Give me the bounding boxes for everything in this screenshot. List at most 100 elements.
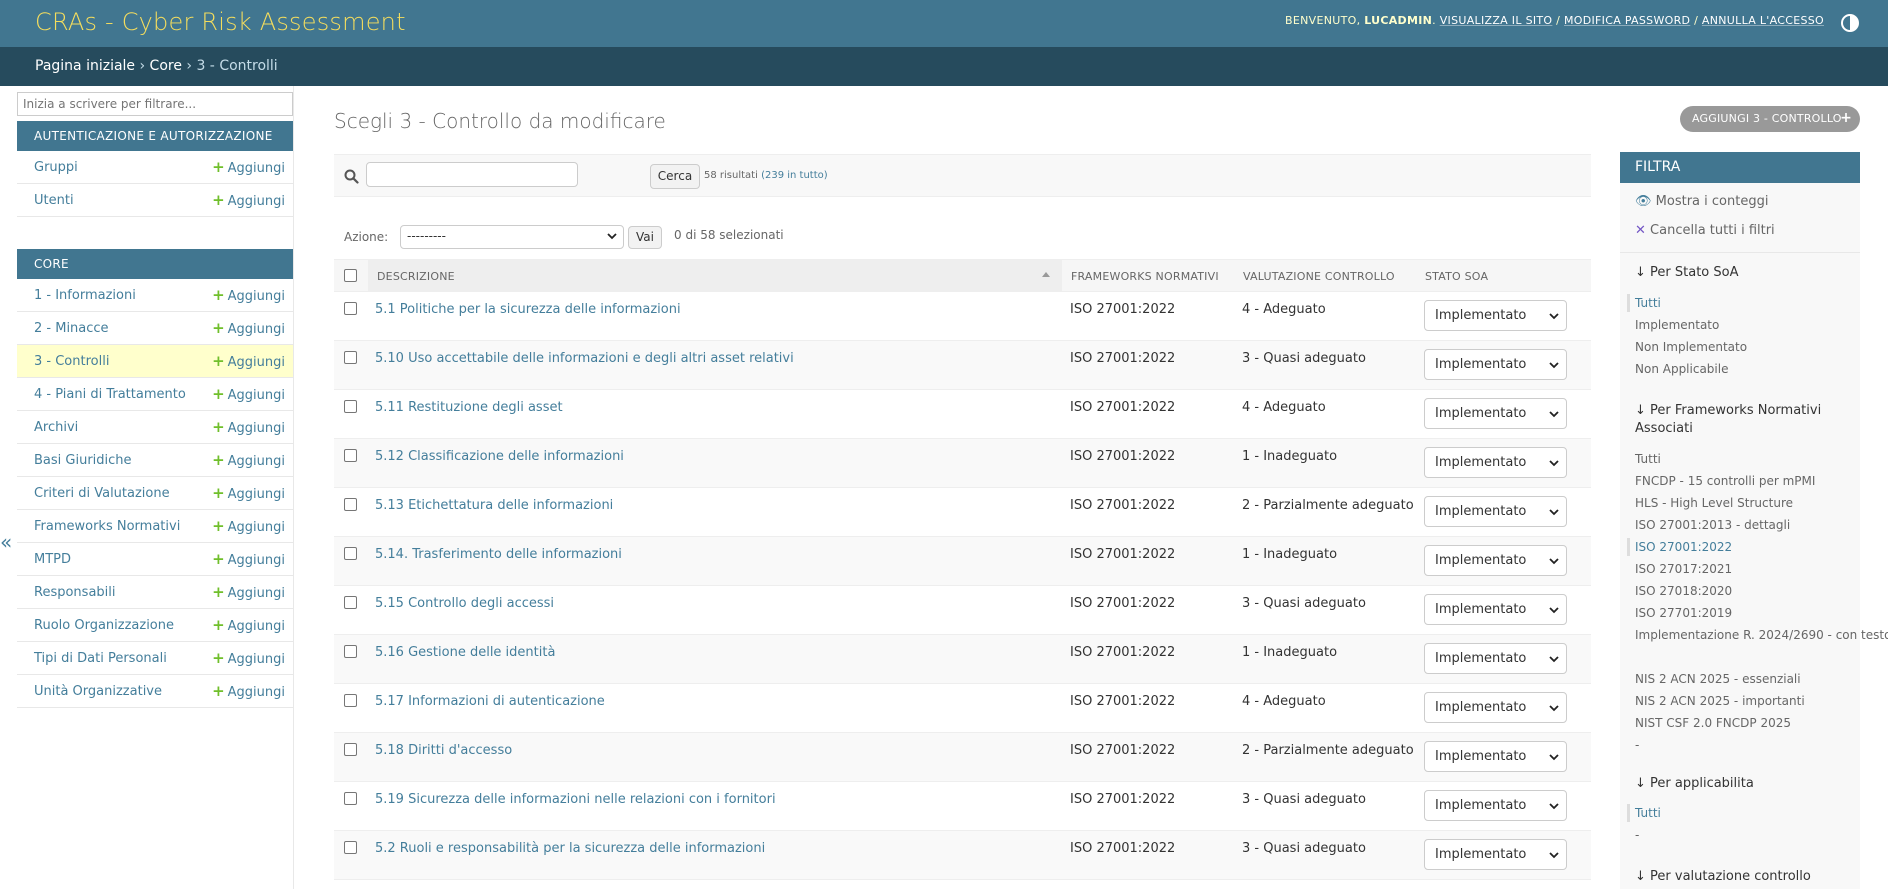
add-link[interactable]: + Aggiungi [212,682,285,700]
sort-ascending-icon[interactable] [1042,272,1050,277]
add-link[interactable]: + Aggiungi [212,451,285,469]
row-description-link[interactable]: 5.11 Restituzione degli asset [375,400,563,415]
select-all-checkbox[interactable] [344,269,357,282]
stato-soa-select[interactable]: Implementato [1424,594,1567,625]
filter-group-title-applicabilita[interactable]: ↓ Per applicabilita [1635,775,1850,793]
add-link[interactable]: + Aggiungi [212,550,285,568]
row-description-link[interactable]: 5.16 Gestione delle identità [375,645,555,660]
row-checkbox[interactable] [344,694,357,707]
add-link[interactable]: + Aggiungi [212,418,285,436]
filter-option[interactable]: ISO 27018:2020 [1635,580,1853,602]
filter-group-title-frameworks[interactable]: ↓ Per Frameworks Normativi Associati [1635,402,1850,438]
sidebar-item-label[interactable]: MTPD [34,552,71,567]
add-controllo-button[interactable]: Aggiungi 3 - controllo + [1680,106,1860,132]
stato-soa-select[interactable]: Implementato [1424,839,1567,870]
stato-soa-select[interactable]: Implementato [1424,692,1567,723]
row-checkbox[interactable] [344,547,357,560]
filter-option[interactable]: Implementazione R. 2024/2690 - con testo [1635,624,1888,646]
row-checkbox[interactable] [344,400,357,413]
stato-soa-select[interactable]: Implementato [1424,545,1567,576]
sidebar-item-label[interactable]: Archivi [34,420,78,435]
add-link[interactable]: + Aggiungi [212,352,285,370]
sidebar-item-label[interactable]: Unità Organizzative [34,684,162,699]
filter-option[interactable]: Implementato [1635,314,1853,336]
add-link[interactable]: + Aggiungi [212,319,285,337]
column-header-descrizione[interactable]: Descrizione [377,270,455,283]
filter-option[interactable]: NIST CSF 2.0 FNCDP 2025 [1635,712,1853,734]
sidebar-item-label[interactable]: Responsabili [34,585,116,600]
filter-option[interactable]: Tutti [1635,448,1853,470]
sidebar-item-label[interactable]: Basi Giuridiche [34,453,132,468]
row-description-link[interactable]: 5.13 Etichettatura delle informazioni [375,498,613,513]
filter-option[interactable]: - [1635,734,1853,756]
add-link[interactable]: + Aggiungi [212,158,285,176]
row-description-link[interactable]: 5.1 Politiche per la sicurezza delle inf… [375,302,681,317]
add-link[interactable]: + Aggiungi [212,517,285,535]
sidebar-item-label[interactable]: 3 - Controlli [34,354,109,369]
sidebar-item-label[interactable]: 1 - Informazioni [34,288,136,303]
stato-soa-select[interactable]: Implementato [1424,447,1567,478]
row-checkbox[interactable] [344,841,357,854]
stato-soa-select[interactable]: Implementato [1424,496,1567,527]
row-checkbox[interactable] [344,596,357,609]
filter-option[interactable]: ISO 27017:2021 [1635,558,1853,580]
add-link[interactable]: + Aggiungi [212,484,285,502]
show-counts-link[interactable]: 👁 Mostra i conteggi [1635,194,1768,209]
filter-option[interactable]: NIS 2 ACN 2025 - essenziali [1635,668,1853,690]
row-description-link[interactable]: 5.10 Uso accettabile delle informazioni … [375,351,794,366]
logout-link[interactable]: Annulla l'accesso [1702,14,1824,27]
row-checkbox[interactable] [344,498,357,511]
row-description-link[interactable]: 5.19 Sicurezza delle informazioni nelle … [375,792,776,807]
total-count-link[interactable]: (239 in tutto) [761,170,828,181]
sidebar-item-label[interactable]: 4 - Piani di Trattamento [34,387,186,402]
stato-soa-select[interactable]: Implementato [1424,398,1567,429]
row-checkbox[interactable] [344,351,357,364]
column-header-frameworks[interactable]: Frameworks normativi [1071,270,1219,283]
sidebar-filter-input[interactable] [17,92,293,116]
site-branding[interactable]: CRAs - Cyber Risk Assessment [35,8,406,36]
row-description-link[interactable]: 5.14. Trasferimento delle informazioni [375,547,622,562]
row-description-link[interactable]: 5.17 Informazioni di autenticazione [375,694,605,709]
app-caption[interactable]: Core [17,249,293,279]
row-description-link[interactable]: 5.15 Controllo degli accessi [375,596,554,611]
clear-filters-link[interactable]: ✕ Cancella tutti i filtri [1635,223,1775,238]
breadcrumb-app[interactable]: Core [150,58,182,74]
add-link[interactable]: + Aggiungi [212,286,285,304]
row-description-link[interactable]: 5.18 Diritti d'accesso [375,743,512,758]
add-link[interactable]: + Aggiungi [212,616,285,634]
theme-toggle-icon[interactable] [1840,13,1860,33]
add-link[interactable]: + Aggiungi [212,649,285,667]
row-checkbox[interactable] [344,302,357,315]
stato-soa-select[interactable]: Implementato [1424,349,1567,380]
column-header-valutazione[interactable]: Valutazione controllo [1243,270,1395,283]
search-button[interactable]: Cerca [650,164,700,189]
filter-option[interactable]: ISO 27701:2019 [1635,602,1853,624]
sidebar-item-label[interactable]: Ruolo Organizzazione [34,618,174,633]
row-checkbox[interactable] [344,792,357,805]
change-password-link[interactable]: Modifica password [1564,14,1690,27]
filter-option[interactable]: - [1635,824,1853,846]
filter-option[interactable]: NIS 2 ACN 2025 - importanti [1635,690,1853,712]
sidebar-item-label[interactable]: Frameworks Normativi [34,519,180,534]
filter-option[interactable]: Tutti [1635,802,1853,824]
filter-group-title-valutazione[interactable]: ↓ Per valutazione controllo [1635,868,1850,886]
stato-soa-select[interactable]: Implementato [1424,741,1567,772]
row-description-link[interactable]: 5.2 Ruoli e responsabilità per la sicure… [375,841,765,856]
sidebar-item-label[interactable]: Gruppi [34,160,78,175]
filter-option[interactable]: FNCDP - 15 controlli per mPMI [1635,470,1853,492]
stato-soa-select[interactable]: Implementato [1424,790,1567,821]
filter-option[interactable]: Tutti [1635,292,1853,314]
go-button[interactable]: Vai [628,226,662,249]
toggle-sidebar-button[interactable]: « [0,530,12,554]
sidebar-item-label[interactable]: Utenti [34,193,74,208]
filter-option[interactable]: ISO 27001:2022 [1635,536,1853,558]
search-input[interactable] [366,162,578,187]
view-site-link[interactable]: Visualizza il sito [1440,14,1553,27]
sidebar-item-label[interactable]: 2 - Minacce [34,321,109,336]
app-caption[interactable]: Autenticazione e autorizzazione [17,121,293,151]
breadcrumb-home[interactable]: Pagina iniziale [35,58,135,74]
row-description-link[interactable]: 5.12 Classificazione delle informazioni [375,449,624,464]
column-header-stato-soa[interactable]: Stato soa [1425,270,1488,283]
row-checkbox[interactable] [344,645,357,658]
row-checkbox[interactable] [344,743,357,756]
